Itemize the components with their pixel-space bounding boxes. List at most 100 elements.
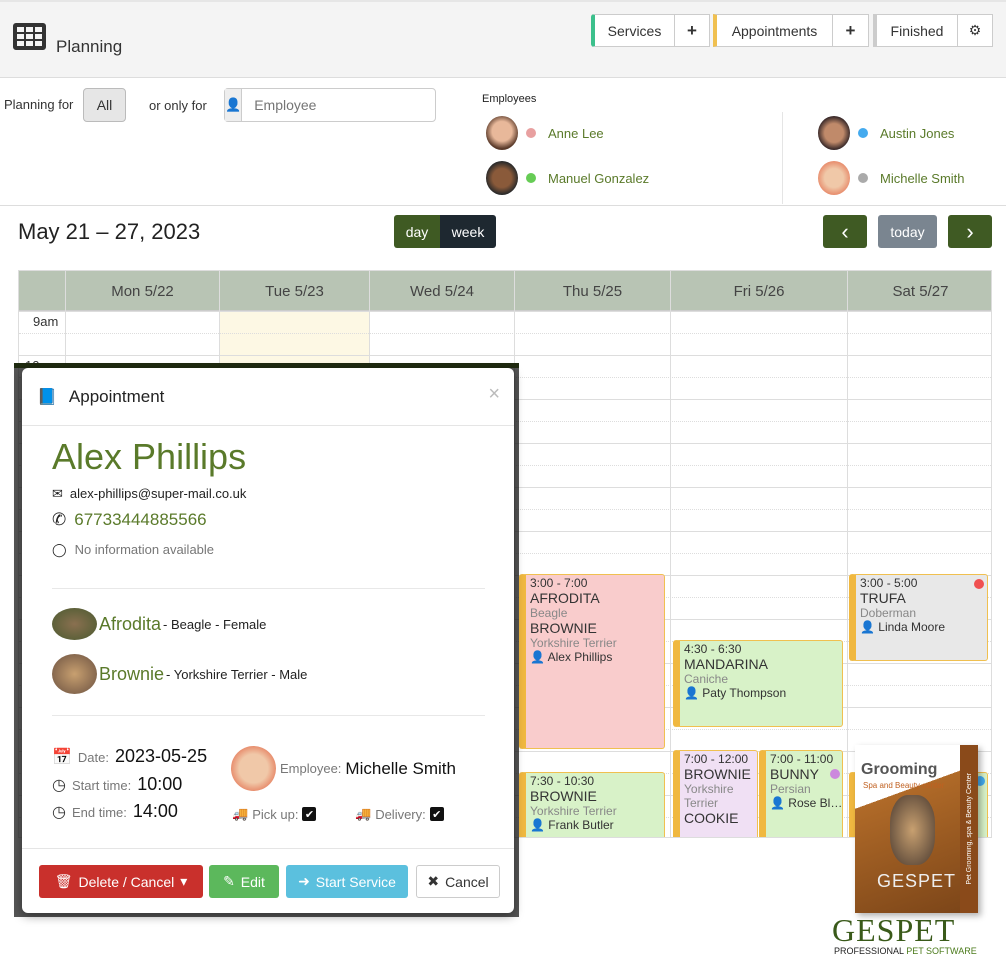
page-title: Planning xyxy=(56,37,123,56)
employee-name: Michelle Smith xyxy=(880,170,965,186)
truck-icon: 🚚 xyxy=(355,806,372,821)
color-dot xyxy=(858,173,868,183)
avatar xyxy=(486,116,518,150)
day-header: Mon 5/22 xyxy=(65,271,219,311)
employee-input[interactable] xyxy=(242,89,436,121)
delete-cancel-dropdown[interactable]: 🗑 Delete / Cancel ▾ xyxy=(39,865,203,898)
employees-label: Employees xyxy=(482,93,537,105)
pet-afrodita[interactable]: Afrodita - Beagle - Female xyxy=(52,608,266,640)
appointments-button[interactable]: Appointments xyxy=(713,14,833,47)
employee-field[interactable]: 👤 xyxy=(224,88,436,122)
add-appointment-button[interactable]: + xyxy=(832,14,869,47)
sign-in-icon: ➜ xyxy=(298,873,310,889)
calendar-header: Mon 5/22 Tue 5/23 Wed 5/24 Thu 5/25 Fri … xyxy=(19,271,991,311)
event-mandarina[interactable]: 4:30 - 6:30 MANDARINA Caniche 👤 Paty Thomps… xyxy=(673,640,843,727)
avatar xyxy=(818,116,850,150)
employee-name: Manuel Gonzalez xyxy=(548,170,650,186)
color-dot xyxy=(526,173,536,183)
grid-icon xyxy=(13,23,46,50)
clock-icon: ◷ xyxy=(52,804,66,821)
appointment-modal: 📘 Appointment × Alex Phillips ✉ alex-phill… xyxy=(22,368,514,913)
truck-icon: 🚚 xyxy=(232,806,249,821)
employee-manuel-gonzalez[interactable]: Manuel Gonzalez xyxy=(486,161,649,195)
box-side-panel: Pet Grooming, spa & Beauty Center xyxy=(960,745,978,913)
client-phone[interactable]: 67733444885566 xyxy=(74,510,206,530)
modal-title: Appointment xyxy=(68,386,165,406)
envelope-icon: ✉ xyxy=(52,486,63,501)
pickup-checkbox[interactable]: ✔ xyxy=(302,807,317,821)
settings-button[interactable]: ⚙ xyxy=(957,14,993,47)
cancel-button[interactable]: ✖ Cancel xyxy=(416,865,500,898)
or-only-for-label: or only for xyxy=(149,98,207,113)
start-service-button[interactable]: ➜ Start Service xyxy=(286,865,408,898)
day-view-button[interactable]: day xyxy=(394,215,440,248)
employee-name: Anne Lee xyxy=(548,125,604,141)
tagline: PROFESSIONAL PET SOFTWARE xyxy=(834,946,977,956)
day-header: Wed 5/24 xyxy=(369,271,514,311)
whatsapp-icon: ◯ xyxy=(52,542,67,557)
delivery-checkbox[interactable]: ✔ xyxy=(429,807,444,821)
finished-button[interactable]: Finished xyxy=(873,14,958,47)
caret-down-icon: ▾ xyxy=(180,873,188,889)
event-brownie[interactable]: 7:30 - 10:30 BROWNIE Yorkshire Terrier 👤 Fr… xyxy=(519,772,665,837)
date-range-title: May 21 – 27, 2023 xyxy=(18,219,201,244)
employee-name: Michelle Smith xyxy=(345,758,456,778)
day-header: Sat 5/27 xyxy=(847,271,991,311)
employee-name: Austin Jones xyxy=(880,125,955,141)
pet-photo xyxy=(52,608,97,640)
row-line xyxy=(19,355,991,356)
edit-icon: ✎ xyxy=(223,873,235,889)
divider xyxy=(52,715,485,716)
event-bunny[interactable]: 7:00 - 11:00 BUNNY Persian 👤 Rose Bl… xyxy=(759,750,843,837)
event-afrodita-brownie[interactable]: 3:00 - 7:00 AFRODITA Beagle BROWNIE Yorkshir… xyxy=(519,574,665,749)
gespet-logo: GESPET xyxy=(832,912,956,948)
next-button[interactable]: › xyxy=(948,215,992,248)
avatar xyxy=(486,161,518,195)
color-dot xyxy=(858,128,868,138)
pet-photo xyxy=(52,654,97,694)
event-brownie-cookie[interactable]: 7:00 - 12:00 BROWNIE Yorkshire Terrier COOK… xyxy=(673,750,758,837)
dog-image xyxy=(890,795,935,865)
status-dot xyxy=(830,769,840,779)
day-header: Thu 5/25 xyxy=(514,271,670,311)
book-icon: 📘 xyxy=(37,388,57,406)
today-button[interactable]: today xyxy=(878,215,937,248)
trash-icon: 🗑 xyxy=(54,873,73,889)
add-service-button[interactable]: + xyxy=(674,14,710,47)
divider xyxy=(782,112,783,204)
event-trufa[interactable]: 3:00 - 5:00 TRUFA Doberman 👤 Linda Moore xyxy=(849,574,988,661)
user-icon: 👤 xyxy=(684,686,699,700)
prev-button[interactable]: ‹ xyxy=(823,215,867,248)
box-side-text: Pet Grooming, spa & Beauty Center xyxy=(965,773,973,885)
user-icon: 👤 xyxy=(860,620,875,634)
day-header: Fri 5/26 xyxy=(670,271,847,311)
appointment-date: 2023-05-25 xyxy=(115,746,208,766)
divider xyxy=(52,588,485,589)
user-icon: 👤 xyxy=(225,89,243,121)
edit-button[interactable]: ✎ Edit xyxy=(209,865,279,898)
services-button[interactable]: Services xyxy=(591,14,675,47)
employee-austin-jones[interactable]: Austin Jones xyxy=(818,116,954,150)
clock-icon: ◷ xyxy=(52,777,66,794)
pet-brownie[interactable]: Brownie - Yorkshire Terrier - Male xyxy=(52,654,307,694)
divider xyxy=(22,848,514,849)
close-icon: ✖ xyxy=(427,873,440,889)
employee-michelle-smith[interactable]: Michelle Smith xyxy=(818,161,965,195)
phone-icon: ✆ xyxy=(52,510,67,529)
start-time: 10:00 xyxy=(137,774,183,794)
whatsapp-info: No information available xyxy=(74,542,215,557)
user-icon: 👤 xyxy=(530,818,545,832)
client-email[interactable]: alex-phillips@super-mail.co.uk xyxy=(70,486,246,502)
day-header: Tue 5/23 xyxy=(219,271,369,311)
avatar xyxy=(818,161,850,195)
calendar-icon: 📅 xyxy=(52,749,72,766)
employee-anne-lee[interactable]: Anne Lee xyxy=(486,116,604,150)
all-button[interactable]: All xyxy=(83,88,126,122)
top-bar: Planning Services + Appointments + Finis… xyxy=(0,0,1006,78)
close-icon[interactable]: × xyxy=(488,383,500,406)
week-view-button[interactable]: week xyxy=(440,215,496,248)
row-line xyxy=(19,333,991,334)
gespet-product-box: Grooming Spa and Beauty center GESPET Pe… xyxy=(855,745,978,913)
employee-avatar xyxy=(231,746,276,791)
row-line xyxy=(19,311,991,312)
